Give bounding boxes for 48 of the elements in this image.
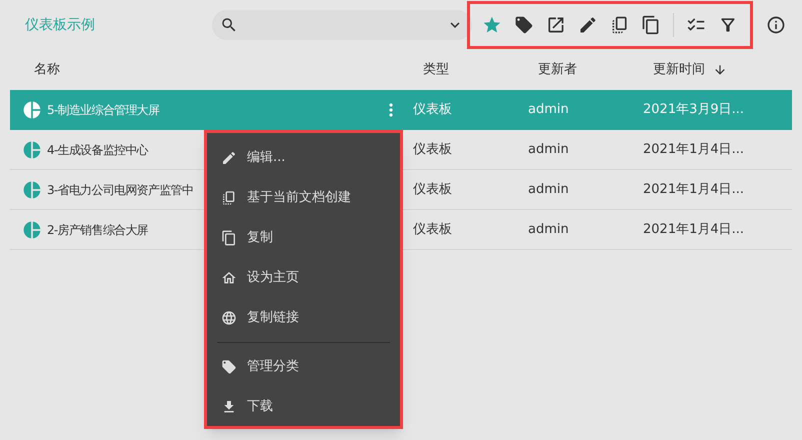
table-cell-text: 仪表板 — [413, 220, 453, 239]
pencil-icon[interactable] — [578, 15, 598, 35]
pencil-icon — [221, 150, 237, 166]
row-name: 4-生成设备监控中心 — [47, 142, 148, 158]
open-external-icon[interactable] — [546, 15, 566, 35]
column-header[interactable]: 名称 — [34, 60, 60, 80]
table-cell-text: admin — [528, 100, 570, 119]
table-cell-text: 2021年1月4日... — [643, 180, 744, 199]
table-cell-text: 2021年3月9日... — [643, 100, 744, 119]
dashboard-icon — [22, 140, 42, 160]
table-cell-text: 2021年1月4日... — [643, 220, 744, 239]
menu-item[interactable]: 设为主页 — [217, 258, 390, 298]
menu-item[interactable]: 复制链接 — [217, 298, 390, 338]
row-name: 5-制造业综合管理大屏 — [47, 102, 160, 118]
home-icon — [221, 270, 237, 286]
copy-icon[interactable] — [641, 15, 662, 35]
tags-icon[interactable] — [514, 15, 534, 35]
menu-item[interactable]: 编辑... — [217, 138, 390, 178]
menu-item[interactable]: 下载 — [217, 387, 390, 427]
table-cell-text: admin — [528, 220, 570, 239]
create-copy-icon[interactable] — [610, 15, 630, 35]
column-header[interactable]: 更新者 — [538, 60, 577, 80]
copy-icon — [221, 230, 237, 246]
table-cell-text: 仪表板 — [413, 180, 453, 199]
dashboard-icon — [22, 180, 42, 200]
table-cell-text: 仪表板 — [413, 100, 453, 119]
column-header[interactable]: 类型 — [423, 60, 449, 80]
search-icon — [220, 16, 238, 34]
menu-item[interactable]: 基于当前文档创建 — [217, 178, 390, 218]
table-cell-text: 仪表板 — [413, 140, 453, 159]
page-title: 仪表板示例 — [25, 16, 96, 34]
dashboard-icon — [22, 220, 42, 240]
column-header[interactable]: 更新时间 — [653, 60, 705, 80]
dashboard-icon — [22, 100, 42, 120]
row-name: 2-房产销售综合大屏 — [47, 222, 148, 238]
globe-icon — [221, 310, 237, 326]
create-copy-icon — [221, 190, 237, 206]
row-name: 3-省电力公司电网资产监管中 — [47, 182, 194, 198]
sort-arrow-icon[interactable] — [713, 63, 727, 77]
table-cell-text: admin — [528, 140, 570, 159]
info-icon[interactable] — [766, 15, 786, 35]
menu-item[interactable]: 管理分类 — [217, 347, 390, 387]
star-icon[interactable] — [482, 15, 502, 35]
table-cell-text: 2021年1月4日... — [643, 140, 744, 159]
table-cell-text: admin — [528, 180, 570, 199]
search-field[interactable] — [212, 10, 472, 40]
menu-item[interactable]: 复制 — [217, 218, 390, 258]
tags-icon — [221, 359, 237, 375]
